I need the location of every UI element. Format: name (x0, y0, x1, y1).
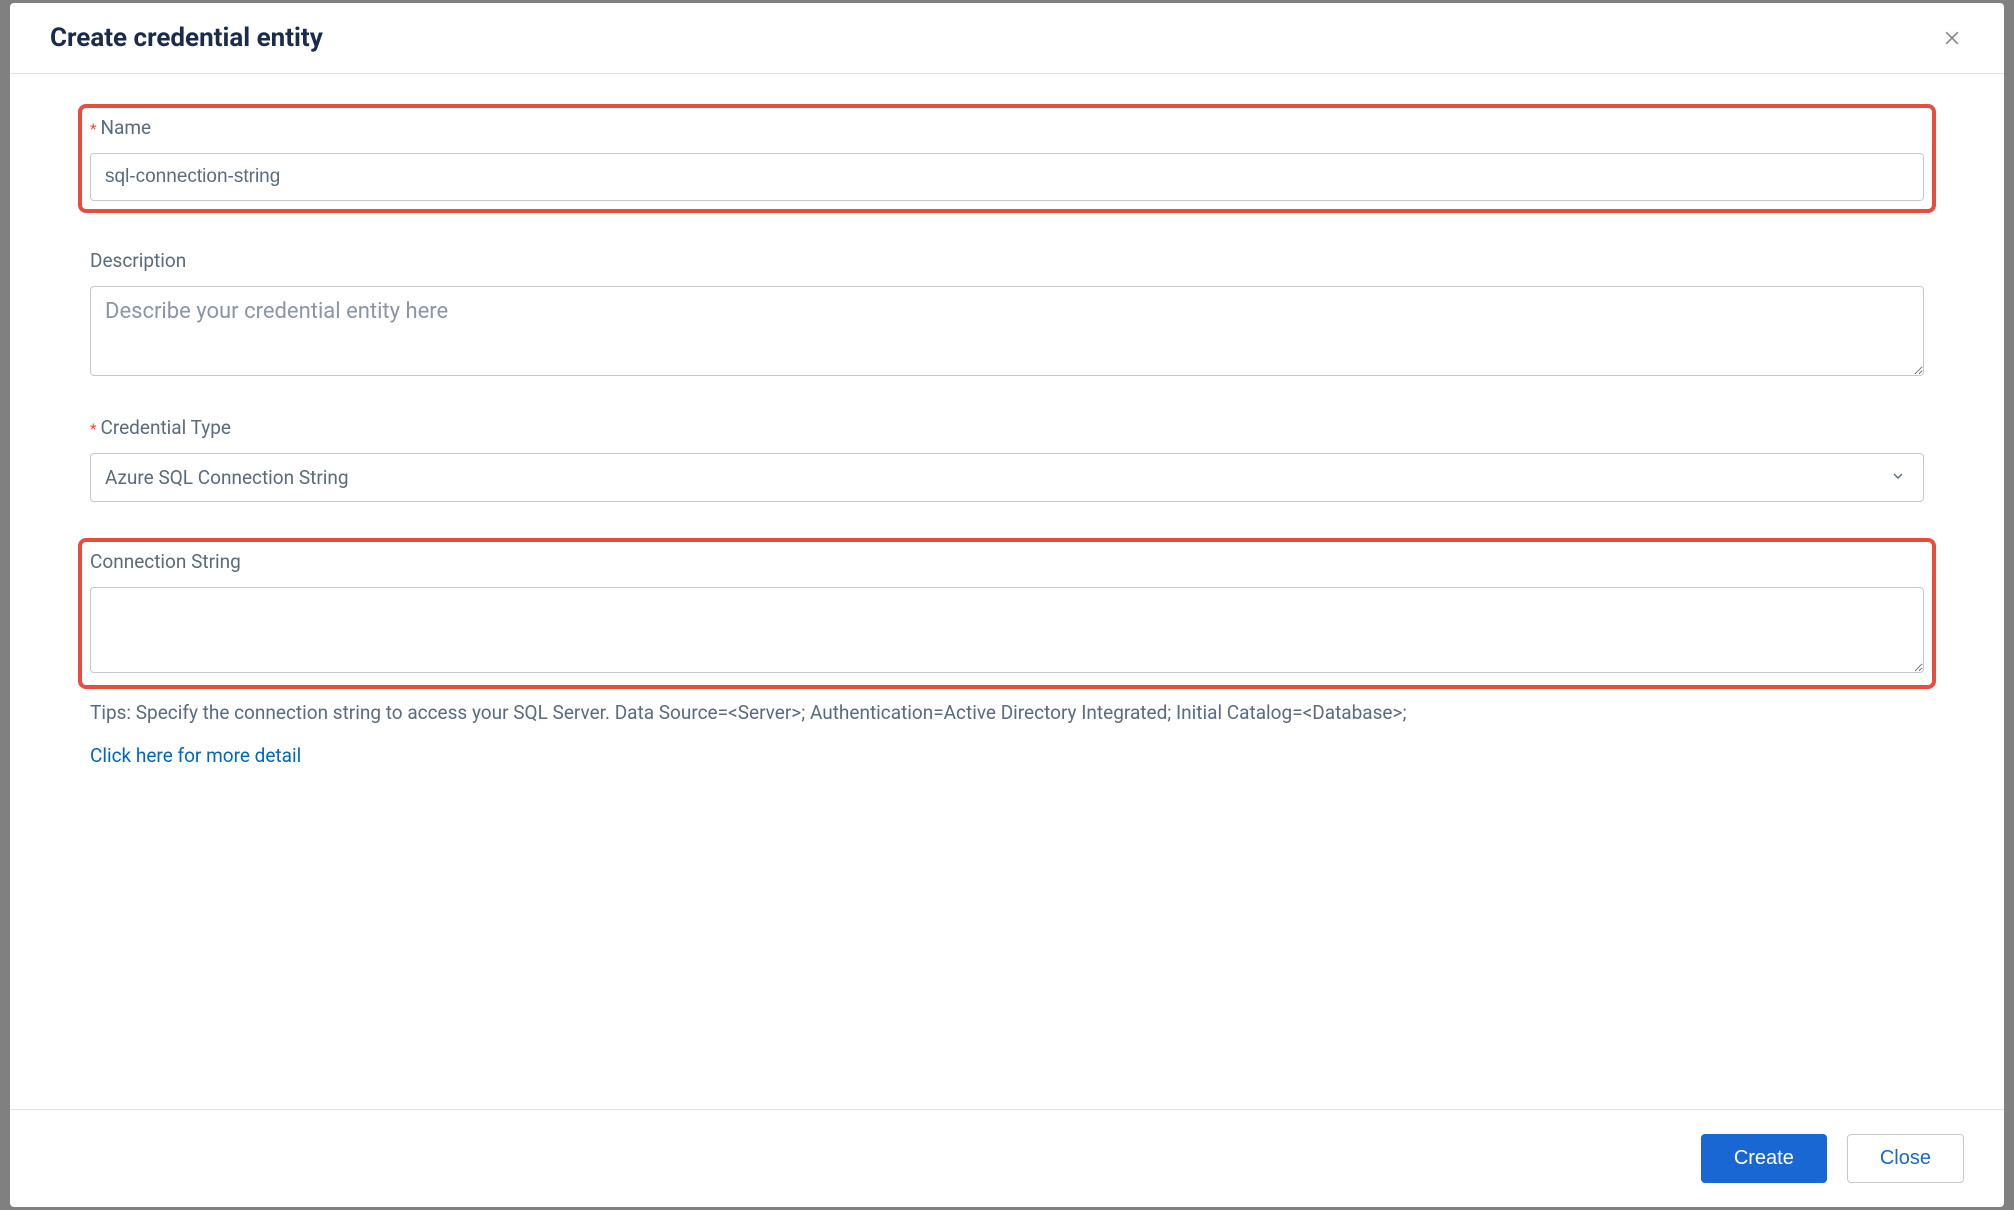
tips-text: Tips: Specify the connection string to a… (90, 699, 1924, 728)
description-field-group: Description (90, 249, 1924, 380)
create-credential-modal: Create credential entity *Name Descripti… (10, 3, 2004, 1207)
create-button[interactable]: Create (1701, 1134, 1827, 1183)
credential-type-label: *Credential Type (90, 416, 1924, 439)
close-icon[interactable] (1940, 26, 1964, 50)
credential-type-field-group: *Credential Type Azure SQL Connection St… (90, 416, 1924, 502)
name-input[interactable] (90, 153, 1924, 201)
credential-type-select[interactable]: Azure SQL Connection String (90, 453, 1924, 502)
modal-body: *Name Description *Credential Type Azure… (10, 74, 2004, 1109)
close-button[interactable]: Close (1847, 1134, 1964, 1183)
required-asterisk: * (90, 420, 96, 438)
description-textarea[interactable] (90, 286, 1924, 376)
name-label: *Name (90, 116, 1924, 139)
modal-header: Create credential entity (10, 3, 2004, 74)
modal-footer: Create Close (10, 1109, 2004, 1207)
connection-string-field-group: Connection String (78, 538, 1936, 689)
connection-string-label: Connection String (90, 550, 1924, 573)
credential-type-label-text: Credential Type (100, 416, 231, 439)
connection-string-textarea[interactable] (90, 587, 1924, 673)
required-asterisk: * (90, 120, 96, 138)
more-detail-link[interactable]: Click here for more detail (90, 744, 301, 767)
name-field-group: *Name (78, 104, 1936, 213)
credential-type-select-wrapper: Azure SQL Connection String (90, 453, 1924, 502)
description-label: Description (90, 249, 1924, 272)
name-label-text: Name (100, 116, 151, 139)
modal-title: Create credential entity (50, 23, 323, 53)
